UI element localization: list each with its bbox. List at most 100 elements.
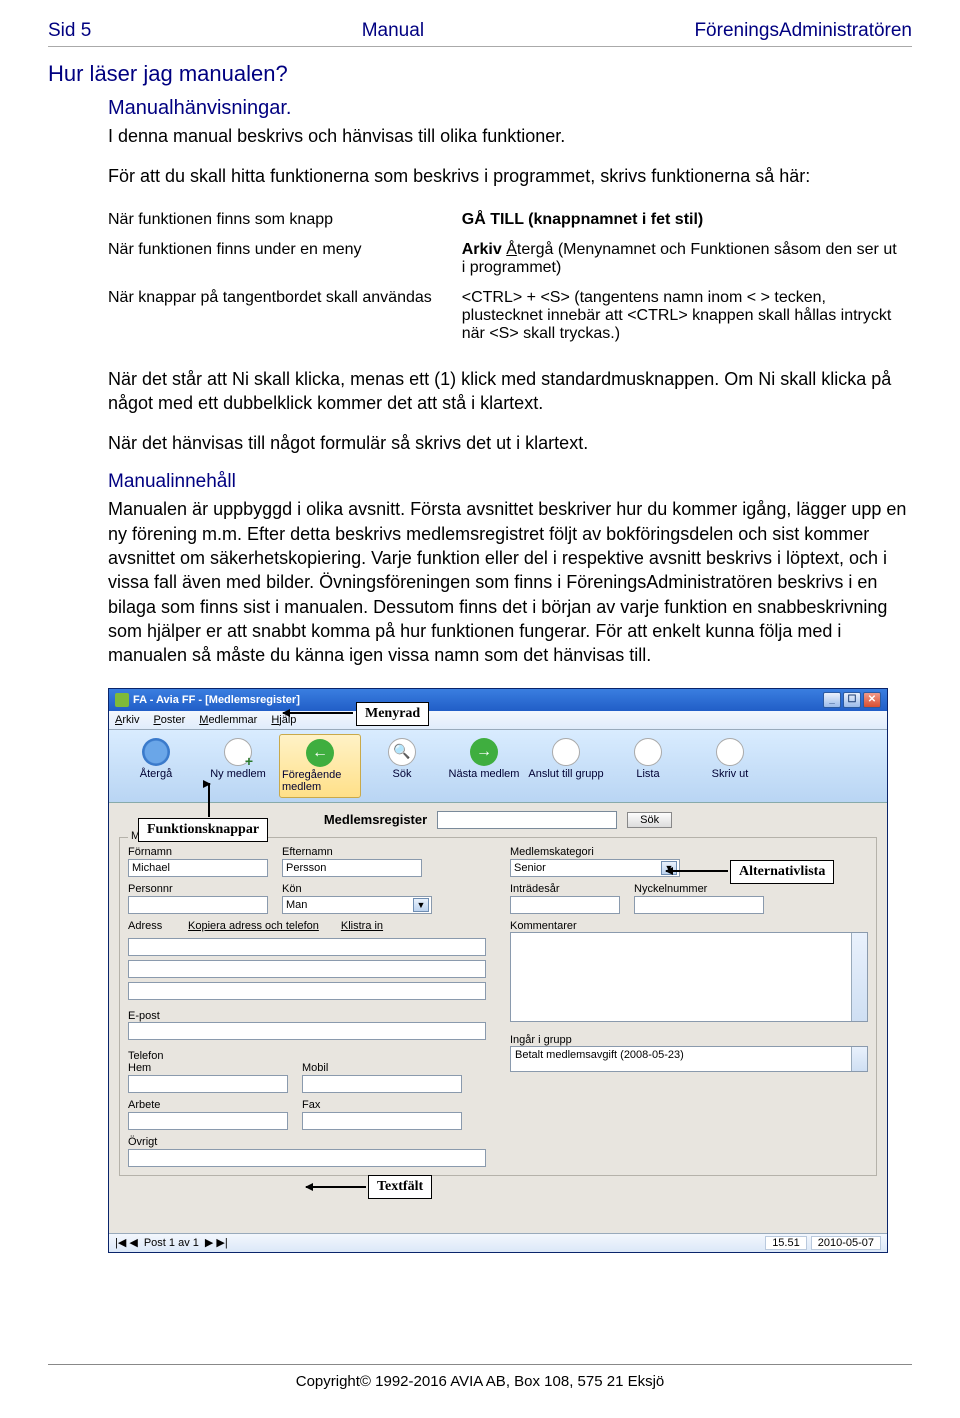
- arrow-left-icon: [306, 739, 334, 767]
- toolbar-print-button[interactable]: Skriv ut: [689, 734, 771, 798]
- section-subtitle: Manualhänvisningar.: [108, 97, 912, 120]
- scrollbar[interactable]: [851, 933, 867, 1021]
- print-icon: [716, 738, 744, 766]
- label-epost: E-post: [128, 1010, 160, 1022]
- label-arbete: Arbete: [128, 1099, 288, 1111]
- header-center: Manual: [362, 20, 424, 42]
- label-kon: Kön: [282, 883, 422, 895]
- header-right: FöreningsAdministratören: [694, 20, 912, 42]
- paragraph: När det hänvisas till något formulär så …: [108, 431, 912, 455]
- cell-right: Arkiv Återgå (Menynamnet och Funktionen …: [462, 235, 912, 283]
- toolbar: Återgå Ny medlem Föregående medlem Sök N…: [109, 730, 887, 803]
- email-field[interactable]: [128, 1022, 486, 1040]
- kon-dropdown[interactable]: Man ▼: [282, 896, 432, 914]
- new-member-icon: [224, 738, 252, 766]
- arrow-icon: [306, 1186, 366, 1188]
- kommentarer-field[interactable]: [510, 932, 868, 1022]
- menubar: Arkiv Poster Medlemmar Hjälp: [109, 711, 887, 730]
- efternamn-field[interactable]: [282, 859, 422, 877]
- undo-icon: [142, 738, 170, 766]
- address-field-2[interactable]: [128, 960, 486, 978]
- ovrigt-field[interactable]: [128, 1149, 486, 1167]
- header-divider: [48, 46, 912, 47]
- copy-address-link[interactable]: Kopiera adress och telefon: [188, 920, 319, 932]
- label-hem: Hem: [128, 1062, 288, 1074]
- nav-buttons[interactable]: |◀ ◀: [115, 1236, 138, 1249]
- scrollbar[interactable]: [851, 1047, 867, 1071]
- page-header: Sid 5 Manual FöreningsAdministratören: [48, 20, 912, 42]
- mobil-field[interactable]: [302, 1075, 462, 1093]
- group-icon: [552, 738, 580, 766]
- intradesar-field[interactable]: [510, 896, 620, 914]
- annot-menyrad: Menyrad: [356, 702, 429, 726]
- label-nyckelnummer: Nyckelnummer: [634, 883, 764, 895]
- status-date: 2010-05-07: [811, 1236, 881, 1250]
- label-kommentarer: Kommentarer: [510, 920, 577, 932]
- toolbar-next-button[interactable]: Nästa medlem: [443, 734, 525, 798]
- label-medlemskategori: Medlemskategori: [510, 846, 868, 858]
- personnr-field[interactable]: [128, 896, 268, 914]
- label-telefon: Telefon: [128, 1050, 163, 1062]
- nyckelnummer-field[interactable]: [634, 896, 764, 914]
- toolbar-undo-button[interactable]: Återgå: [115, 734, 197, 798]
- address-field-1[interactable]: [128, 938, 486, 956]
- statusbar: |◀ ◀ Post 1 av 1 ▶ ▶| 15.51 2010-05-07: [109, 1233, 887, 1252]
- titlebar: FA - Avia FF - [Medlemsregister] _ ☐ ✕: [109, 689, 887, 711]
- hem-field[interactable]: [128, 1075, 288, 1093]
- window-title: FA - Avia FF - [Medlemsregister]: [133, 694, 300, 706]
- menu-item[interactable]: Arkiv: [115, 714, 139, 726]
- toolbar-prev-button[interactable]: Föregående medlem: [279, 734, 361, 798]
- app-window: FA - Avia FF - [Medlemsregister] _ ☐ ✕ A…: [108, 688, 888, 1253]
- fax-field[interactable]: [302, 1112, 462, 1130]
- label-personnr: Personnr: [128, 883, 268, 895]
- paste-link[interactable]: Klistra in: [341, 920, 383, 932]
- arrow-icon: [283, 712, 353, 714]
- menu-item[interactable]: Poster: [153, 714, 185, 726]
- status-time: 15.51: [765, 1236, 807, 1250]
- arrow-right-icon: [470, 738, 498, 766]
- label-mobil: Mobil: [302, 1062, 462, 1074]
- toolbar-group-button[interactable]: Anslut till grupp: [525, 734, 607, 798]
- app-icon: [115, 693, 129, 707]
- close-button[interactable]: ✕: [863, 692, 881, 708]
- annot-funktionsknappar: Funktionsknappar: [138, 818, 268, 842]
- paragraph: När det står att Ni skall klicka, menas …: [108, 367, 912, 416]
- copyright-text: Copyright© 1992-2016 AVIA AB, Box 108, 5…: [296, 1373, 665, 1390]
- cell-right: GÅ TILL (knappnamnet i fet stil): [462, 205, 912, 235]
- search-icon: [388, 738, 416, 766]
- ingar-list[interactable]: Betalt medlemsavgift (2008-05-23): [510, 1046, 868, 1072]
- arrow-icon: [208, 783, 210, 817]
- screenshot-figure: FA - Avia FF - [Medlemsregister] _ ☐ ✕ A…: [108, 688, 888, 1253]
- footer-divider: [48, 1364, 912, 1365]
- maximize-button[interactable]: ☐: [843, 692, 861, 708]
- search-label: Medlemsregister: [324, 812, 427, 827]
- toolbar-list-button[interactable]: Lista: [607, 734, 689, 798]
- arrow-icon: [666, 870, 728, 872]
- minimize-button[interactable]: _: [823, 692, 841, 708]
- table-row: När funktionen finns under en meny Arkiv…: [108, 235, 912, 283]
- menu-item[interactable]: Medlemmar: [199, 714, 257, 726]
- table-row: När knappar på tangentbordet skall använ…: [108, 283, 912, 349]
- section-title: Manualinnehåll: [108, 471, 912, 493]
- page-title: Hur läser jag manualen?: [48, 61, 912, 87]
- toolbar-search-button[interactable]: Sök: [361, 734, 443, 798]
- label-efternamn: Efternamn: [282, 846, 422, 858]
- annot-alternativlista: Alternativlista: [730, 860, 834, 884]
- medlemskategori-dropdown[interactable]: Senior ▼: [510, 859, 680, 877]
- address-field-3[interactable]: [128, 982, 486, 1000]
- label-fax: Fax: [302, 1099, 462, 1111]
- notation-table: När funktionen finns som knapp GÅ TILL (…: [108, 205, 912, 349]
- arbete-field[interactable]: [128, 1112, 288, 1130]
- intro-2: För att du skall hitta funktionerna som …: [108, 164, 912, 188]
- label-ingar: Ingår i grupp: [510, 1034, 572, 1046]
- nav-buttons[interactable]: ▶ ▶|: [205, 1236, 228, 1249]
- intro-1: I denna manual beskrivs och hänvisas til…: [108, 124, 912, 148]
- fornamn-field[interactable]: [128, 859, 268, 877]
- chevron-down-icon: ▼: [413, 898, 429, 912]
- label-intradesar: Inträdesår: [510, 883, 620, 895]
- label-adress: Adress: [128, 920, 184, 932]
- search-button[interactable]: Sök: [627, 812, 672, 828]
- search-input[interactable]: [437, 811, 617, 829]
- list-icon: [634, 738, 662, 766]
- page-footer: Copyright© 1992-2016 AVIA AB, Box 108, 5…: [48, 1364, 912, 1390]
